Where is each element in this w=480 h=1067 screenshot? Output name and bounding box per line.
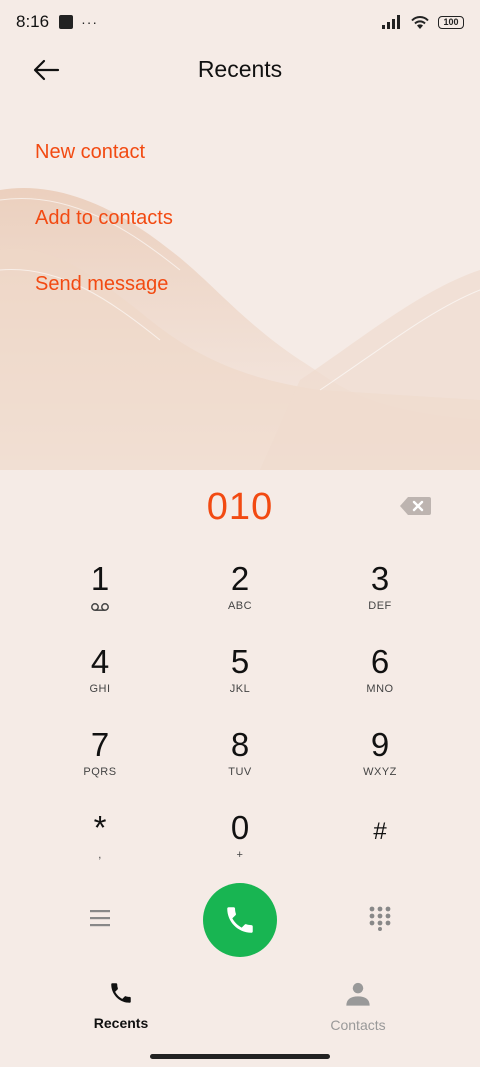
phone-icon [227, 907, 253, 933]
page-title: Recents [197, 56, 283, 82]
dialpad-icon[interactable] [368, 905, 392, 931]
key-digit: 5 [230, 643, 250, 680]
key-digit: 0 [230, 809, 250, 846]
signal-icon [382, 15, 400, 29]
send-message-link[interactable]: Send message [35, 273, 168, 296]
key-digit: 2 [230, 560, 250, 597]
key-letters: MNO [366, 683, 394, 695]
key-digit: 7 [90, 726, 110, 763]
call-button[interactable] [203, 883, 277, 957]
key-digit: 6 [370, 643, 390, 680]
key-2[interactable]: 2 ABC [180, 560, 300, 630]
key-letters: DEF [368, 600, 392, 612]
key-star[interactable]: * , [40, 809, 160, 879]
phone-icon [111, 983, 131, 1003]
key-letters: WXYZ [363, 766, 397, 778]
key-letters: , [98, 849, 102, 861]
key-digit: 9 [370, 726, 390, 763]
key-letters: PQRS [83, 766, 117, 778]
battery-icon: 100 [438, 15, 464, 29]
add-to-contacts-link[interactable]: Add to contacts [35, 207, 173, 230]
key-7[interactable]: 7 PQRS [40, 726, 160, 796]
key-0[interactable]: 0 + [180, 809, 300, 879]
header: Recents [0, 48, 480, 92]
key-digit: 3 [370, 560, 390, 597]
key-6[interactable]: 6 MNO [320, 643, 440, 713]
tab-label: Recents [93, 1015, 149, 1031]
key-digit: * [93, 809, 107, 846]
new-contact-link[interactable]: New contact [35, 141, 145, 164]
key-9[interactable]: 9 WXYZ [320, 726, 440, 796]
key-8[interactable]: 8 TUV [180, 726, 300, 796]
voicemail-icon [91, 603, 109, 611]
key-letters: GHI [89, 683, 111, 695]
key-hash[interactable]: # [320, 809, 440, 879]
home-indicator [150, 1054, 330, 1059]
backspace-icon[interactable] [398, 494, 432, 518]
notification-icon [59, 15, 74, 29]
key-letters: JKL [229, 683, 251, 695]
key-4[interactable]: 4 GHI [40, 643, 160, 713]
key-1[interactable]: 1 [40, 560, 160, 630]
key-digit: # [373, 818, 387, 845]
more-notifications-icon: ··· [81, 14, 99, 30]
key-digit: 1 [90, 560, 110, 597]
key-letters: TUV [228, 766, 252, 778]
tab-label: Contacts [330, 1017, 386, 1033]
status-time: 8:16 [16, 12, 50, 31]
key-letters: + [236, 849, 244, 861]
menu-icon[interactable] [88, 906, 112, 930]
tab-contacts[interactable]: Contacts [298, 980, 418, 1033]
wifi-icon [411, 15, 429, 29]
key-digit: 8 [230, 726, 250, 763]
key-letters: ABC [227, 600, 253, 612]
tab-recents[interactable]: Recents [61, 980, 181, 1031]
person-icon [346, 982, 370, 1006]
key-digit: 4 [90, 643, 110, 680]
key-3[interactable]: 3 DEF [320, 560, 440, 630]
key-5[interactable]: 5 JKL [180, 643, 300, 713]
status-bar: 8:16 ··· 100 [0, 0, 480, 44]
